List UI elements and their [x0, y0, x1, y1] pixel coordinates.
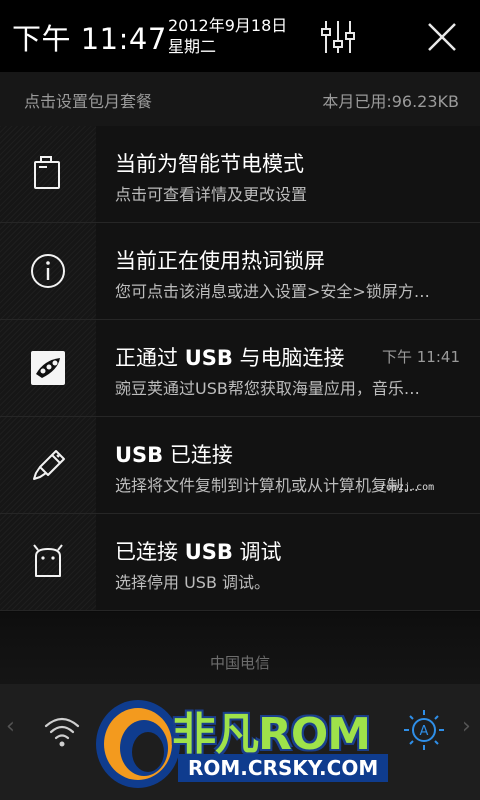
weekday: 星期二 — [168, 37, 217, 56]
notification-subtitle: 您可点击该消息或进入设置>安全>锁屏方… — [115, 282, 430, 301]
crsky-logo-icon — [96, 700, 180, 788]
data-usage-bar[interactable]: 点击设置包月套餐 本月已用:96.23KB — [0, 72, 480, 126]
watermark-brand: 非凡ROM — [172, 709, 371, 760]
date-block: 2012年9月18日 星期二 — [168, 15, 287, 57]
wifi-icon — [44, 717, 80, 747]
notification-time: 下午 11:41 — [382, 348, 460, 366]
carrier-label: 中国电信 — [209, 654, 270, 672]
notification-item[interactable]: 已连接 USB 调试 选择停用 USB 调试。 — [0, 514, 480, 611]
title-usb: USB — [115, 443, 164, 467]
close-icon — [428, 23, 456, 51]
notification-title: USB 已连接 — [115, 439, 233, 469]
notification-icon-area — [0, 417, 96, 513]
carrier-area: 中国电信 — [0, 612, 480, 684]
scroll-right-icon[interactable]: › — [462, 714, 471, 739]
title-suffix: 已连接 — [163, 443, 233, 467]
notification-title: 正通过 USB 与电脑连接 — [115, 342, 345, 372]
notification-subtitle: 豌豆荚通过USB帮您获取海量应用，音乐… — [115, 379, 420, 398]
sliders-icon — [321, 21, 355, 53]
notification-subtitle: 选择停用 USB 调试。 — [115, 573, 271, 592]
notification-subtitle: 点击可查看详情及更改设置 — [115, 185, 308, 204]
notification-list: 当前为智能节电模式 点击可查看详情及更改设置 当前正在使用热词锁屏 您可点击该消… — [0, 126, 480, 611]
clock: 下午 11:47 — [12, 22, 167, 56]
notification-icon-area — [0, 514, 96, 610]
date: 2012年9月18日 — [168, 16, 288, 35]
watermark-small: romzj.com — [380, 482, 435, 493]
data-usage-value: 本月已用:96.23KB — [322, 92, 459, 111]
notification-title: 当前正在使用热词锁屏 — [115, 249, 325, 273]
watermark-logo: 非凡ROM ROM.CRSKY.COM — [92, 690, 422, 794]
info-icon — [31, 254, 65, 288]
quick-settings-button[interactable] — [314, 13, 362, 61]
wifi-toggle[interactable] — [38, 706, 86, 754]
battery-icon — [34, 156, 60, 189]
watermark-url: ROM.CRSKY.COM — [178, 754, 389, 782]
scroll-left-icon[interactable]: ‹ — [6, 714, 15, 739]
title-prefix: 正通过 — [115, 346, 185, 370]
title-usb: USB — [184, 346, 233, 370]
close-button[interactable] — [418, 13, 466, 61]
notification-title: 当前为智能节电模式 — [115, 152, 304, 176]
usb-icon — [33, 450, 65, 480]
notification-icon-area — [0, 126, 96, 222]
notification-item[interactable]: USB 已连接 选择将文件复制到计算机或从计算机复制… — [0, 417, 480, 514]
notification-title: 已连接 USB 调试 — [115, 536, 282, 566]
title-usb: USB — [184, 540, 233, 564]
android-debug-icon — [33, 544, 63, 577]
notification-item[interactable]: 当前为智能节电模式 点击可查看详情及更改设置 — [0, 126, 480, 223]
notification-icon-area — [0, 320, 96, 416]
notification-item[interactable]: 当前正在使用热词锁屏 您可点击该消息或进入设置>安全>锁屏方… — [0, 223, 480, 320]
title-suffix: 与电脑连接 — [232, 346, 345, 370]
title-prefix: 已连接 — [115, 540, 185, 564]
notification-icon-area — [0, 223, 96, 319]
status-header: 下午 11:47 2012年9月18日 星期二 — [0, 0, 480, 72]
data-plan-link[interactable]: 点击设置包月套餐 — [24, 88, 152, 112]
title-suffix: 调试 — [232, 540, 282, 564]
wandoujia-icon — [31, 351, 65, 385]
notification-item[interactable]: 正通过 USB 与电脑连接 下午 11:41 豌豆荚通过USB帮您获取海量应用，… — [0, 320, 480, 417]
